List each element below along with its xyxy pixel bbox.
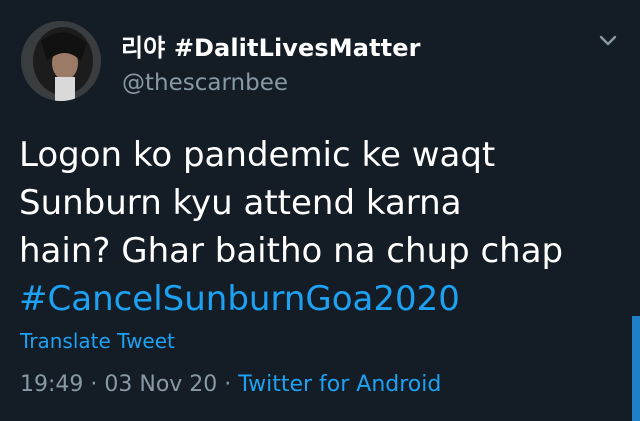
hashtag-link[interactable]: #CancelSunburnGoa2020 — [19, 275, 619, 323]
meta-separator: · — [83, 372, 105, 397]
tweet-card: 리야 #DalitLivesMatter @thescarnbee Logon … — [0, 0, 640, 421]
avatar-image — [21, 21, 101, 101]
tweet-source-link[interactable]: Twitter for Android — [238, 372, 441, 397]
user-handle[interactable]: @thescarnbee — [122, 70, 288, 96]
tweet-time: 19:49 — [20, 372, 84, 397]
scrollbar[interactable] — [632, 316, 640, 421]
display-name[interactable]: 리야 #DalitLivesMatter — [121, 28, 421, 63]
tweet-text: Logon ko pandemic ke waqt Sunburn kyu at… — [19, 131, 619, 323]
meta-separator: · — [217, 372, 239, 397]
tweet-metadata: 19:49 · 03 Nov 20 · Twitter for Android — [20, 372, 441, 397]
tweet-text-line: hain? Ghar baitho na chup chap — [19, 231, 564, 271]
tweet-date: 03 Nov 20 — [104, 372, 218, 397]
avatar[interactable] — [21, 21, 101, 101]
chevron-down-icon[interactable] — [594, 31, 622, 51]
translate-tweet-link[interactable]: Translate Tweet — [20, 329, 175, 353]
tweet-text-line: Sunburn kyu attend karna — [19, 183, 462, 223]
tweet-text-line: Logon ko pandemic ke waqt — [19, 135, 496, 175]
